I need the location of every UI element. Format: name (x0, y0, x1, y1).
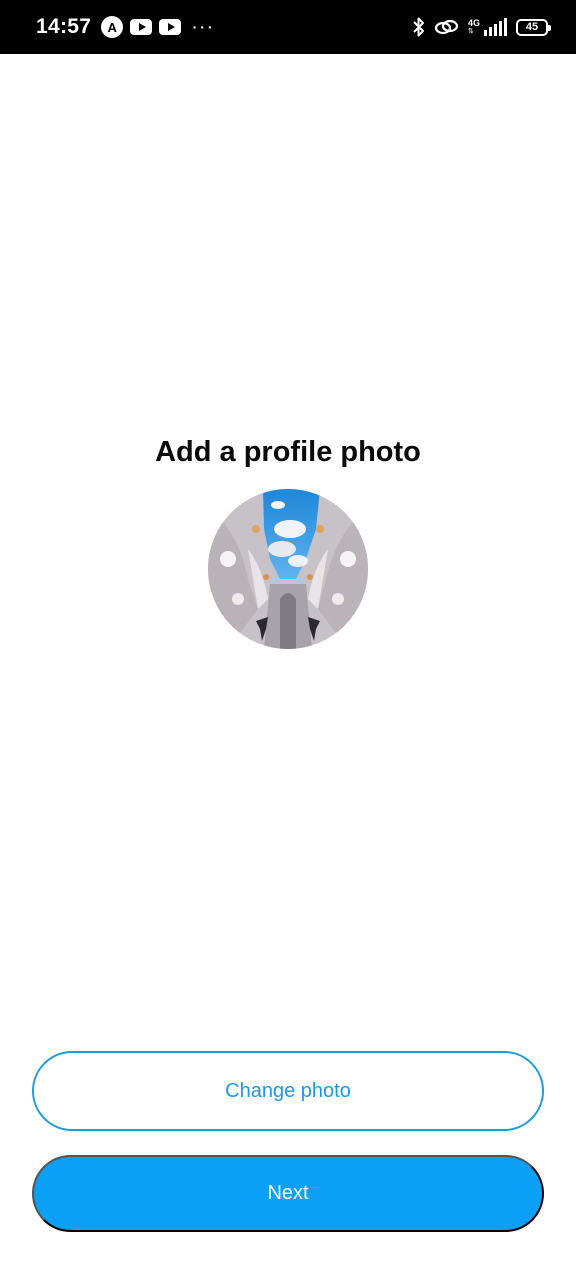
status-bar-right: 4G ⇅ 45 (404, 16, 551, 38)
youtube-notification-icon (130, 19, 153, 35)
signal-icon (482, 18, 507, 36)
battery-icon: 45 (516, 18, 551, 36)
status-bar-left: 14:57 A ··· (36, 15, 214, 39)
page-title: Add a profile photo (155, 436, 421, 468)
battery-level: 45 (525, 21, 539, 33)
next-button[interactable]: Next (32, 1155, 544, 1232)
app-notification-icon: A (101, 16, 124, 38)
link-icon (434, 17, 460, 37)
status-bar: 14:57 A ··· 4G ⇅ 45 (0, 0, 576, 54)
change-photo-button[interactable]: Change photo (32, 1051, 544, 1131)
profile-photo[interactable] (208, 489, 368, 649)
network-type: 4G (467, 17, 480, 28)
youtube-notification-icon (159, 19, 182, 35)
data-arrows-icon: ⇅ (467, 27, 474, 35)
network-indicator: 4G ⇅ (467, 17, 480, 36)
bluetooth-icon (412, 16, 426, 38)
profile-photo-image (208, 489, 368, 649)
status-time: 14:57 (36, 15, 92, 38)
more-notifications-icon: ··· (191, 16, 215, 38)
